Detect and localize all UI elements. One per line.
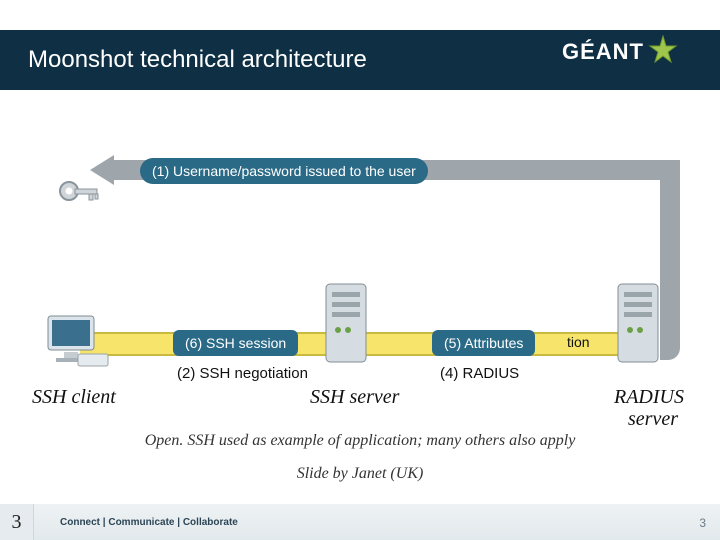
step-4-label: (4) RADIUS [440, 365, 519, 382]
step-6-label: (6) SSH session [173, 330, 298, 356]
example-note: Open. SSH used as example of application… [0, 432, 720, 450]
radius-server-icon [612, 280, 664, 375]
footer-bar: 3 Connect | Communicate | Collaborate 3 [0, 504, 720, 540]
brand-text: GÉANT [562, 39, 644, 65]
architecture-diagram: (1) Username/password issued to the user… [0, 120, 720, 450]
footer-tagline: Connect | Communicate | Collaborate [60, 517, 238, 528]
step-1-label: (1) Username/password issued to the user [140, 158, 428, 184]
radius-server-label-1: RADIUS [614, 386, 684, 409]
ssh-client-label: SSH client [32, 386, 116, 409]
server-icon [320, 280, 372, 375]
geant-logo: GÉANT [562, 22, 692, 82]
page-title: Moonshot technical architecture [28, 46, 367, 74]
key-icon [55, 175, 103, 228]
step-2-label: (2) SSH negotiation [177, 365, 308, 382]
monitor-icon [42, 310, 112, 385]
attribution-note: Slide by Janet (UK) [0, 465, 720, 483]
star-icon [648, 35, 678, 70]
step-3-tail: tion [567, 334, 590, 350]
radius-server-label-2: server [628, 408, 678, 431]
step-5-label: (5) Attributes [432, 330, 535, 356]
page-number-left: 3 [0, 504, 34, 540]
ssh-server-label: SSH server [310, 386, 399, 409]
page-number-right: 3 [699, 516, 706, 530]
